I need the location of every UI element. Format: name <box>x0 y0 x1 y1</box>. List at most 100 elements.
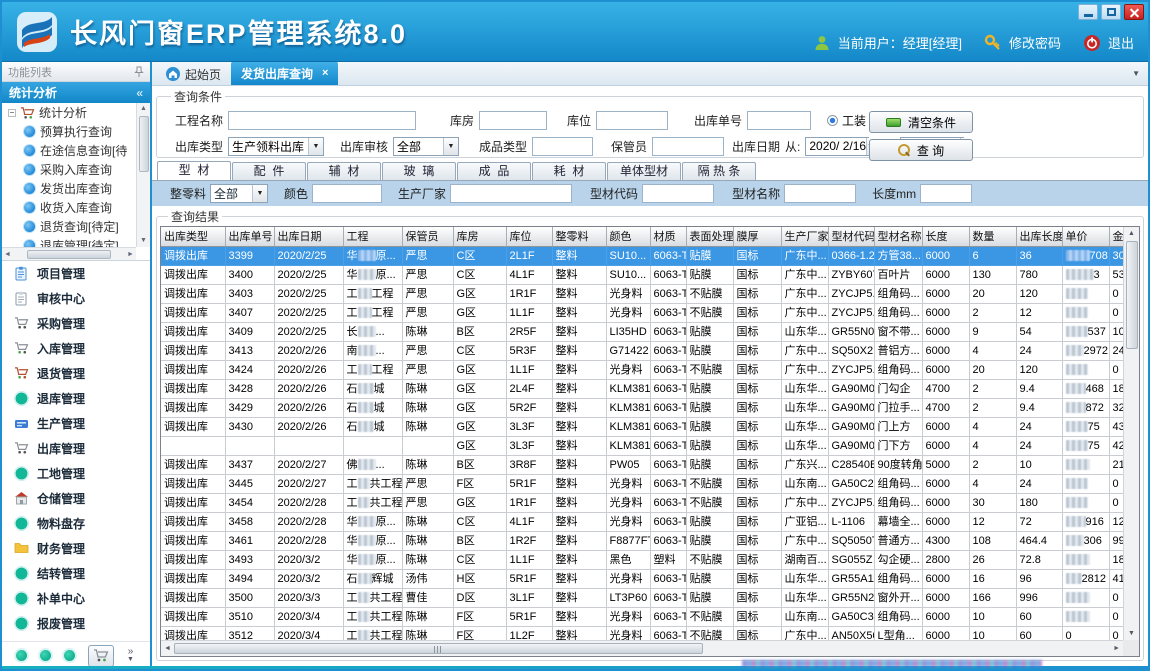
column-header[interactable]: 出库单号 <box>225 227 274 246</box>
cart-module-button[interactable] <box>88 645 114 667</box>
keeper-input[interactable] <box>652 137 724 156</box>
horizontal-scrollbar[interactable]: ◄► <box>161 640 1123 656</box>
sidebar-item[interactable]: 采购管理 <box>2 311 150 336</box>
finished-type-input[interactable] <box>532 137 593 156</box>
sidebar-item[interactable]: 工地管理 <box>2 461 150 486</box>
material-tab[interactable]: 成 品 <box>457 162 531 180</box>
table-row[interactable]: 调拨出库34932020/3/2华原...陈琳C区1L1F整料黑色塑料不贴膜国标… <box>161 550 1123 569</box>
sidebar-item[interactable]: 财务管理 <box>2 536 150 561</box>
logout-link[interactable]: 退出 <box>1108 33 1134 52</box>
material-tab[interactable]: 型 材 <box>157 161 231 180</box>
column-header[interactable]: 工程 <box>343 227 402 246</box>
sidebar-item[interactable]: 退库管理 <box>2 386 150 411</box>
color-input[interactable] <box>312 184 382 203</box>
sidebar-item[interactable]: 报废管理 <box>2 611 150 636</box>
sidebar-item[interactable]: 退货管理 <box>2 361 150 386</box>
tab-home[interactable]: 起始页 <box>156 63 231 85</box>
material-tab[interactable]: 单体型材 <box>607 162 681 180</box>
table-row[interactable]: 调拨出库35122020/3/4工共工程陈琳F区1L2F整料光身料6063-T5… <box>161 626 1123 640</box>
table-row[interactable]: 调拨出库34292020/2/26石城陈琳G区5R2F整料KLM38176063… <box>161 398 1123 417</box>
module-dot-icon[interactable] <box>64 650 75 661</box>
table-row[interactable]: 调拨出库35102020/3/4工共工程陈琳F区5R1F整料光身料6063-T5… <box>161 607 1123 626</box>
warehouse-input[interactable] <box>479 111 547 130</box>
table-row[interactable]: 调拨出库34032020/2/25工工程严思G区1R1F整料光身料6063-T5… <box>161 284 1123 303</box>
table-row[interactable]: 调拨出库34372020/2/27佛...陈琳B区3R8F整料PW056063-… <box>161 455 1123 474</box>
sidebar-item[interactable]: 仓储管理 <box>2 486 150 511</box>
column-header[interactable]: 表面处理 <box>686 227 733 246</box>
sidebar-item[interactable]: 补单中心 <box>2 586 150 611</box>
column-header[interactable]: 整零料 <box>552 227 606 246</box>
change-password-link[interactable]: 修改密码 <box>1009 33 1061 52</box>
whole-part-select[interactable]: 全部 <box>210 184 268 203</box>
sidebar-item[interactable]: 审核中心 <box>2 286 150 311</box>
profile-code-input[interactable] <box>642 184 714 203</box>
column-header[interactable]: 出库日期 <box>274 227 343 246</box>
material-tab[interactable]: 配 件 <box>232 162 306 180</box>
table-row[interactable]: 调拨出库34002020/2/25华原...严思C区4L1F整料SU10...6… <box>161 265 1123 284</box>
pin-icon[interactable] <box>134 66 144 78</box>
close-button[interactable] <box>1124 4 1144 20</box>
table-row[interactable]: 调拨出库35002020/3/3工共工程曹佳D区3L1F整料LT3P606063… <box>161 588 1123 607</box>
audit-select[interactable]: 全部 <box>393 137 459 156</box>
tree-item[interactable]: 退货查询[待定] <box>2 217 136 236</box>
vertical-scrollbar[interactable]: ▲▼ <box>1123 227 1139 640</box>
sidebar-item[interactable]: 入库管理 <box>2 336 150 361</box>
column-header[interactable]: 金额 <box>1109 227 1123 246</box>
length-input[interactable] <box>920 184 972 203</box>
material-tab[interactable]: 耗 材 <box>532 162 606 180</box>
sidebar-item[interactable]: 出库管理 <box>2 436 150 461</box>
tree-item[interactable]: 在途信息查询[待 <box>2 141 136 160</box>
column-header[interactable]: 型材名称 <box>874 227 922 246</box>
table-row[interactable]: 调拨出库34582020/2/28华原...陈琳C区4L1F整料光身料6063-… <box>161 512 1123 531</box>
column-header[interactable]: 库位 <box>506 227 552 246</box>
sidebar-item[interactable]: 结转管理 <box>2 561 150 586</box>
sidebar-item[interactable]: 物料盘存 <box>2 511 150 536</box>
tab-active[interactable]: 发货出库查询 <box>231 61 338 85</box>
column-header[interactable]: 颜色 <box>606 227 650 246</box>
order-no-input[interactable] <box>747 111 811 130</box>
column-header[interactable]: 出库类型 <box>161 227 225 246</box>
tree-item[interactable]: 退库管理[待定] <box>2 236 136 247</box>
column-header[interactable]: 出库长度 <box>1016 227 1062 246</box>
material-tab[interactable]: 隔 热 条 <box>682 162 756 180</box>
section-header[interactable]: 统计分析 <box>2 82 150 103</box>
sidebar-item[interactable]: 生产管理 <box>2 411 150 436</box>
project-name-input[interactable] <box>228 111 416 130</box>
minimize-button[interactable] <box>1078 4 1098 20</box>
table-row[interactable]: 调拨出库34942020/3/2石辉城汤伟H区5R1F整料光身料6063-T5贴… <box>161 569 1123 588</box>
module-dot-icon[interactable] <box>40 650 51 661</box>
tree-vertical-scrollbar[interactable]: ▲▼ <box>136 103 150 247</box>
table-row[interactable]: G区3L3F整料KLM38176063-T5贴膜国标山东华...GA90M09.… <box>161 436 1123 455</box>
column-header[interactable]: 型材代码 <box>828 227 874 246</box>
expander-icon[interactable] <box>8 109 16 117</box>
column-header[interactable]: 长度 <box>922 227 969 246</box>
sidebar-item[interactable]: 项目管理 <box>2 261 150 286</box>
tree-item[interactable]: 发货出库查询 <box>2 179 136 198</box>
material-tab[interactable]: 玻 璃 <box>382 162 456 180</box>
table-row[interactable]: 调拨出库34542020/2/28工共工程严思G区1R1F整料光身料6063-T… <box>161 493 1123 512</box>
table-row[interactable]: 调拨出库34282020/2/26石城陈琳G区2L4F整料KLM38176063… <box>161 379 1123 398</box>
tab-overflow-icon[interactable]: ▼ <box>1132 69 1140 78</box>
tree-item[interactable]: 收货入库查询 <box>2 198 136 217</box>
search-button[interactable]: 查 询 <box>869 139 973 161</box>
column-header[interactable]: 材质 <box>650 227 686 246</box>
tree-root[interactable]: 统计分析 <box>2 103 136 122</box>
maker-input[interactable] <box>450 184 572 203</box>
column-header[interactable]: 保管员 <box>402 227 453 246</box>
tree-item[interactable]: 预算执行查询 <box>2 122 136 141</box>
column-header[interactable]: 数量 <box>969 227 1016 246</box>
module-dot-icon[interactable] <box>16 650 27 661</box>
date-from-select[interactable]: 2020/ 2/16 <box>805 137 869 156</box>
clear-button[interactable]: 清空条件 <box>869 111 973 133</box>
outbound-type-select[interactable]: 生产领料出库 <box>228 137 324 156</box>
profile-name-input[interactable] <box>784 184 856 203</box>
footer-overflow-icon[interactable]: »▼ <box>127 648 134 664</box>
table-row[interactable]: 调拨出库34452020/2/27工共工程严思F区5R1F整料光身料6063-T… <box>161 474 1123 493</box>
location-input[interactable] <box>596 111 668 130</box>
column-header[interactable]: 膜厚 <box>733 227 781 246</box>
column-header[interactable]: 库房 <box>453 227 506 246</box>
column-header[interactable]: 单价 <box>1062 227 1109 246</box>
column-header[interactable]: 生产厂家 <box>781 227 828 246</box>
table-row[interactable]: 调拨出库34612020/2/28华原...陈琳B区1R2F整料F8877FT6… <box>161 531 1123 550</box>
tab-close-icon[interactable] <box>322 67 328 79</box>
